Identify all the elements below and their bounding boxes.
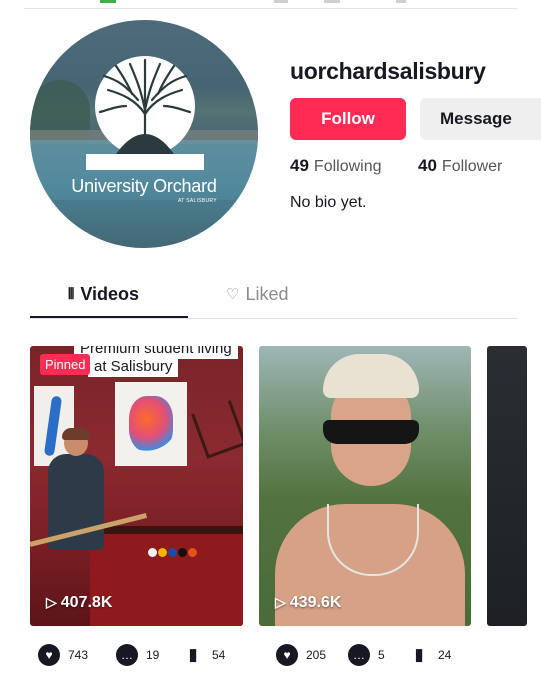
saves-count: 54 — [212, 648, 226, 662]
video-card-1[interactable]: Premium student living at Salisbury Pinn… — [30, 346, 243, 626]
following-label: Following — [313, 158, 382, 175]
followers-stat[interactable]: 40 Follower — [418, 156, 502, 176]
video-card-3[interactable] — [487, 346, 527, 626]
video-views-count: 407.8K — [60, 594, 113, 611]
tab-liked-label: Liked — [245, 284, 289, 304]
heart-icon: ♥ — [38, 644, 60, 666]
pool-table — [90, 526, 243, 626]
like-group[interactable]: ♥ 205 — [276, 644, 326, 666]
video-person — [275, 354, 465, 626]
comments-count: 5 — [378, 648, 385, 662]
avatar-brand: University Orchard — [71, 176, 217, 196]
following-count: 49 — [290, 156, 309, 175]
message-button[interactable]: Message — [420, 98, 541, 140]
cue-rack — [191, 400, 243, 459]
video-views-count: 439.6K — [289, 594, 342, 611]
video-caption: at Salisbury — [88, 356, 179, 377]
likes-count: 743 — [68, 648, 89, 662]
like-group[interactable]: ♥ 743 — [38, 644, 88, 666]
tab-videos[interactable]: ⫴ Videos — [68, 284, 139, 305]
tab-videos-label: Videos — [80, 284, 140, 304]
likes-count: 205 — [306, 648, 327, 662]
tab-liked[interactable]: ♡ Liked — [226, 284, 288, 305]
save-group[interactable]: ▮ 54 — [182, 644, 225, 666]
follow-button[interactable]: Follow — [290, 98, 406, 140]
bookmark-icon: ▮ — [188, 645, 198, 664]
comment-group[interactable]: … 5 — [348, 644, 385, 666]
profile-tabs: ⫴ Videos ♡ Liked — [30, 270, 518, 319]
comment-group[interactable]: … 19 — [116, 644, 159, 666]
pool-balls — [148, 544, 198, 562]
wall-art-right — [115, 382, 187, 466]
grid-icon: ⫴ — [68, 286, 75, 303]
video-2-engagement: ♥ 205 … 5 ▮ 24 — [276, 644, 486, 670]
tree-logo-icon — [86, 56, 204, 170]
profile-username: uorchardsalisbury — [290, 58, 486, 84]
video-views: ▷ 439.6K — [275, 594, 341, 612]
video-1-engagement: ♥ 743 … 19 ▮ 54 — [38, 644, 248, 670]
comment-icon: … — [116, 644, 138, 666]
heart-icon: ♥ — [276, 644, 298, 666]
play-icon: ▷ — [46, 594, 57, 610]
play-icon: ▷ — [275, 594, 286, 610]
bookmark-icon: ▮ — [414, 645, 424, 664]
followers-label: Follower — [441, 158, 503, 175]
saves-count: 24 — [438, 648, 452, 662]
followers-count: 40 — [418, 156, 437, 175]
pinned-badge: Pinned — [40, 354, 91, 375]
profile-stats: 49 Following 40 Follower — [290, 156, 502, 176]
video-card-2[interactable]: ▷ 439.6K — [259, 346, 471, 626]
comment-icon: … — [348, 644, 370, 666]
save-group[interactable]: ▮ 24 — [408, 644, 451, 666]
video-views: ▷ 407.8K — [46, 594, 112, 612]
active-tab-indicator — [30, 316, 188, 318]
heart-lock-icon: ♡ — [226, 286, 240, 303]
profile-bio: No bio yet. — [290, 194, 367, 211]
top-edge-fragments — [24, 0, 517, 4]
top-divider — [24, 8, 517, 9]
profile-avatar[interactable]: University Orchard AT SALISBURY — [30, 20, 258, 248]
following-stat[interactable]: 49 Following — [290, 156, 382, 175]
comments-count: 19 — [146, 648, 160, 662]
avatar-brand-sub: AT SALISBURY — [178, 198, 217, 204]
